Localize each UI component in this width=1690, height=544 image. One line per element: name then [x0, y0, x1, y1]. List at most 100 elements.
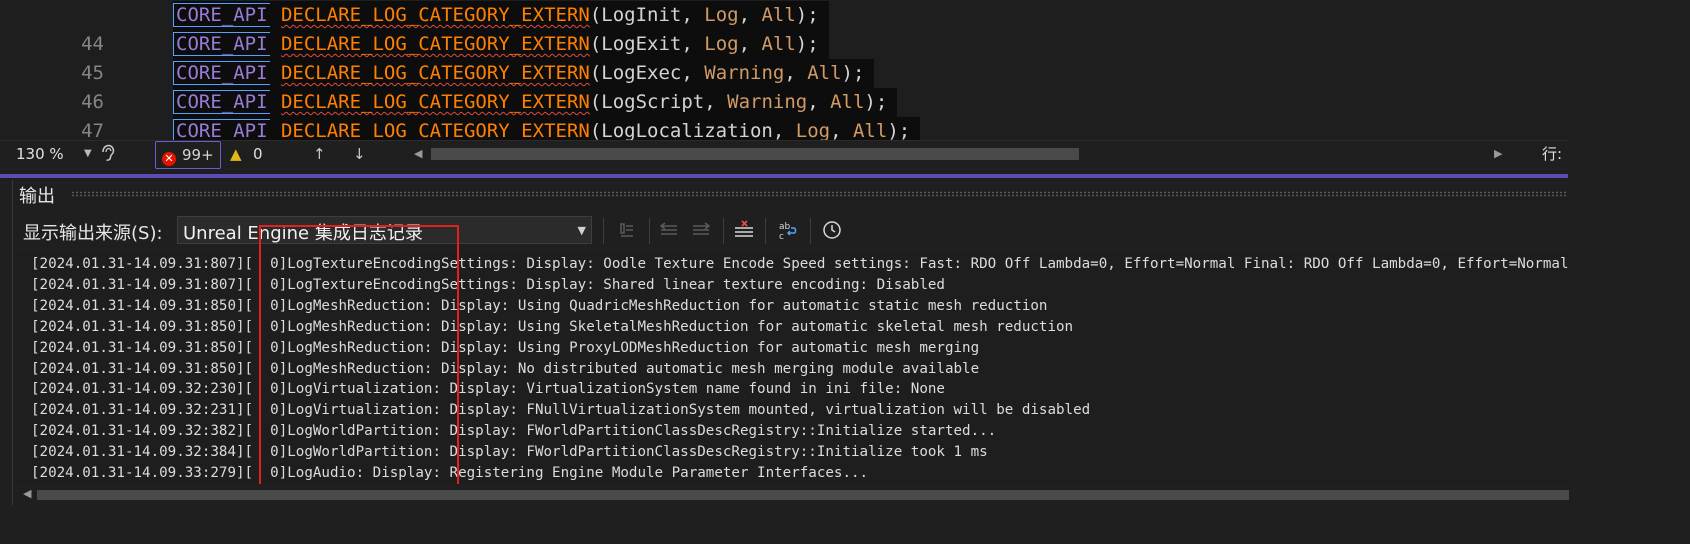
- function-token: DECLARE_LOG_CATEGORY_EXTERN: [280, 4, 590, 26]
- punct-token: ,: [738, 4, 762, 26]
- previous-issue-arrow-icon[interactable]: ↑: [313, 141, 326, 167]
- punct-token: );: [841, 62, 865, 84]
- function-token: DECLARE_LOG_CATEGORY_EXTERN: [280, 91, 590, 113]
- code-line[interactable]: 45 CORE_API DECLARE_LOG_CATEGORY_EXTERN(…: [0, 30, 829, 84]
- output-source-value: Unreal Engine 集成日志记录: [183, 223, 423, 244]
- all-token: All: [761, 4, 796, 26]
- punct-token: ,: [830, 120, 853, 140]
- punct-token: ,: [784, 62, 808, 84]
- punct-token: (: [589, 4, 602, 26]
- clear-all-icon[interactable]: [731, 218, 757, 244]
- go-to-previous-message-icon[interactable]: [656, 218, 682, 244]
- panel-drag-grip[interactable]: [71, 191, 1566, 197]
- punct-token: ,: [681, 33, 705, 55]
- editor-horizontal-scrollbar-thumb[interactable]: [431, 148, 1079, 160]
- log-line: [2024.01.31-14.09.32:230][ 0]LogVirtuali…: [31, 381, 945, 397]
- output-source-dropdown[interactable]: Unreal Engine 集成日志记录 ▼: [177, 216, 592, 244]
- punct-token: ,: [772, 120, 796, 140]
- next-issue-arrow-icon[interactable]: ↓: [353, 141, 366, 167]
- punct-token: ,: [681, 4, 705, 26]
- punct-token: (: [589, 91, 602, 113]
- category-token: LogExec: [601, 62, 682, 84]
- log-line: [2024.01.31-14.09.31:807][ 0]LogTextureE…: [31, 277, 945, 293]
- output-toolbar: 显示输出来源(S): Unreal Engine 集成日志记录 ▼ ab c: [13, 214, 1569, 250]
- go-to-next-message-icon[interactable]: [688, 218, 714, 244]
- warning-icon[interactable]: ▲: [230, 141, 242, 167]
- scroll-left-arrow-icon[interactable]: ◀: [414, 141, 422, 167]
- code-line[interactable]: 46 CORE_API DECLARE_LOG_CATEGORY_EXTERN(…: [0, 59, 875, 113]
- output-log[interactable]: [2024.01.31-14.09.31:807][ 0]LogTextureE…: [13, 252, 1569, 484]
- error-icon: ✕: [162, 152, 176, 166]
- log-line: [2024.01.31-14.09.33:279][ 0]LogAudio: D…: [31, 465, 869, 481]
- verbosity-token: Log: [795, 120, 831, 140]
- verbosity-token: Log: [704, 33, 739, 55]
- warning-count[interactable]: 0: [253, 141, 263, 167]
- verbosity-token: Log: [704, 4, 739, 26]
- scroll-right-arrow-icon[interactable]: ▶: [1494, 141, 1502, 167]
- scroll-left-arrow-icon[interactable]: ◀: [23, 487, 31, 500]
- punct-token: ,: [738, 33, 762, 55]
- panel-splitter[interactable]: [0, 174, 1568, 178]
- punct-token: ,: [681, 62, 705, 84]
- punct-token: ,: [704, 91, 728, 113]
- toolbar-separator: [603, 218, 604, 244]
- output-panel: 输出 显示输出来源(S): Unreal Engine 集成日志记录 ▼ ab …: [12, 180, 1569, 505]
- punct-token: );: [864, 91, 888, 113]
- editor-status-bar: 130 % ▼ ✕ 99+ ▲ 0 ↑ ↓ ◀ ▶ 行:: [0, 140, 1568, 169]
- macro-token: CORE_API: [173, 90, 270, 114]
- error-count-indicator[interactable]: ✕ 99+: [155, 141, 221, 169]
- punct-token: );: [795, 4, 819, 26]
- output-panel-header[interactable]: 输出: [13, 180, 1569, 208]
- output-panel-title: 输出: [19, 186, 55, 207]
- toolbar-separator: [649, 218, 650, 244]
- log-line: [2024.01.31-14.09.32:231][ 0]LogVirtuali…: [31, 402, 1091, 418]
- svg-text:ab: ab: [779, 222, 791, 232]
- function-token: DECLARE_LOG_CATEGORY_EXTERN: [280, 62, 590, 84]
- punct-token: (: [589, 62, 602, 84]
- code-editor[interactable]: 44 CORE_API DECLARE_LOG_CATEGORY_EXTERN(…: [0, 0, 1568, 140]
- log-line: [2024.01.31-14.09.31:850][ 0]LogMeshRedu…: [31, 298, 1048, 314]
- toolbar-separator: [765, 218, 766, 244]
- category-token: LogInit: [601, 4, 682, 26]
- output-scrollbar-thumb[interactable]: [37, 490, 1569, 500]
- function-token: DECLARE_LOG_CATEGORY_EXTERN: [280, 120, 590, 140]
- log-line: [2024.01.31-14.09.31:850][ 0]LogMeshRedu…: [31, 361, 980, 377]
- ear-icon[interactable]: [100, 141, 116, 167]
- macro-token: CORE_API: [173, 119, 270, 140]
- code-line[interactable]: 47 CORE_API DECLARE_LOG_CATEGORY_EXTERN(…: [0, 88, 898, 140]
- all-token: All: [852, 120, 888, 140]
- toggle-word-wrap-icon[interactable]: ab c: [775, 218, 801, 244]
- chevron-down-icon[interactable]: ▼: [578, 224, 586, 237]
- log-line: [2024.01.31-14.09.31:807][ 0]LogTextureE…: [31, 256, 1569, 272]
- toolbar-separator: [723, 218, 724, 244]
- punct-token: (: [589, 33, 602, 55]
- macro-token: CORE_API: [173, 32, 270, 56]
- code-line[interactable]: 48 CORE_API DECLARE_LOG_CATEGORY_EXTERN(…: [0, 117, 921, 140]
- clock-icon[interactable]: [819, 218, 845, 244]
- code-line[interactable]: 44 CORE_API DECLARE_LOG_CATEGORY_EXTERN(…: [0, 1, 829, 55]
- category-token: LogLocalization: [601, 120, 773, 140]
- find-message-in-code-icon[interactable]: [614, 218, 640, 244]
- punct-token: ,: [807, 91, 831, 113]
- function-token: DECLARE_LOG_CATEGORY_EXTERN: [280, 33, 590, 55]
- svg-text:c: c: [779, 232, 784, 241]
- macro-token: CORE_API: [173, 3, 270, 27]
- punct-token: );: [795, 33, 819, 55]
- verbosity-token: Warning: [727, 91, 808, 113]
- zoom-level[interactable]: 130 %: [16, 141, 64, 167]
- output-horizontal-scrollbar[interactable]: ◀: [13, 484, 1569, 505]
- punct-token: (: [589, 120, 602, 140]
- log-line: [2024.01.31-14.09.31:850][ 0]LogMeshRedu…: [31, 319, 1074, 335]
- macro-token: CORE_API: [173, 61, 270, 85]
- zoom-dropdown-arrow-icon[interactable]: ▼: [84, 141, 92, 167]
- punct-token: );: [887, 120, 911, 140]
- line-position-label: 行:: [1542, 145, 1563, 163]
- all-token: All: [761, 33, 796, 55]
- log-line: [2024.01.31-14.09.32:382][ 0]LogWorldPar…: [31, 423, 997, 439]
- output-source-label: 显示输出来源(S):: [23, 223, 163, 244]
- verbosity-token: Warning: [704, 62, 785, 84]
- all-token: All: [830, 91, 865, 113]
- log-line: [2024.01.31-14.09.32:384][ 0]LogWorldPar…: [31, 444, 988, 460]
- category-token: LogExit: [601, 33, 682, 55]
- log-line: [2024.01.31-14.09.31:850][ 0]LogMeshRedu…: [31, 340, 980, 356]
